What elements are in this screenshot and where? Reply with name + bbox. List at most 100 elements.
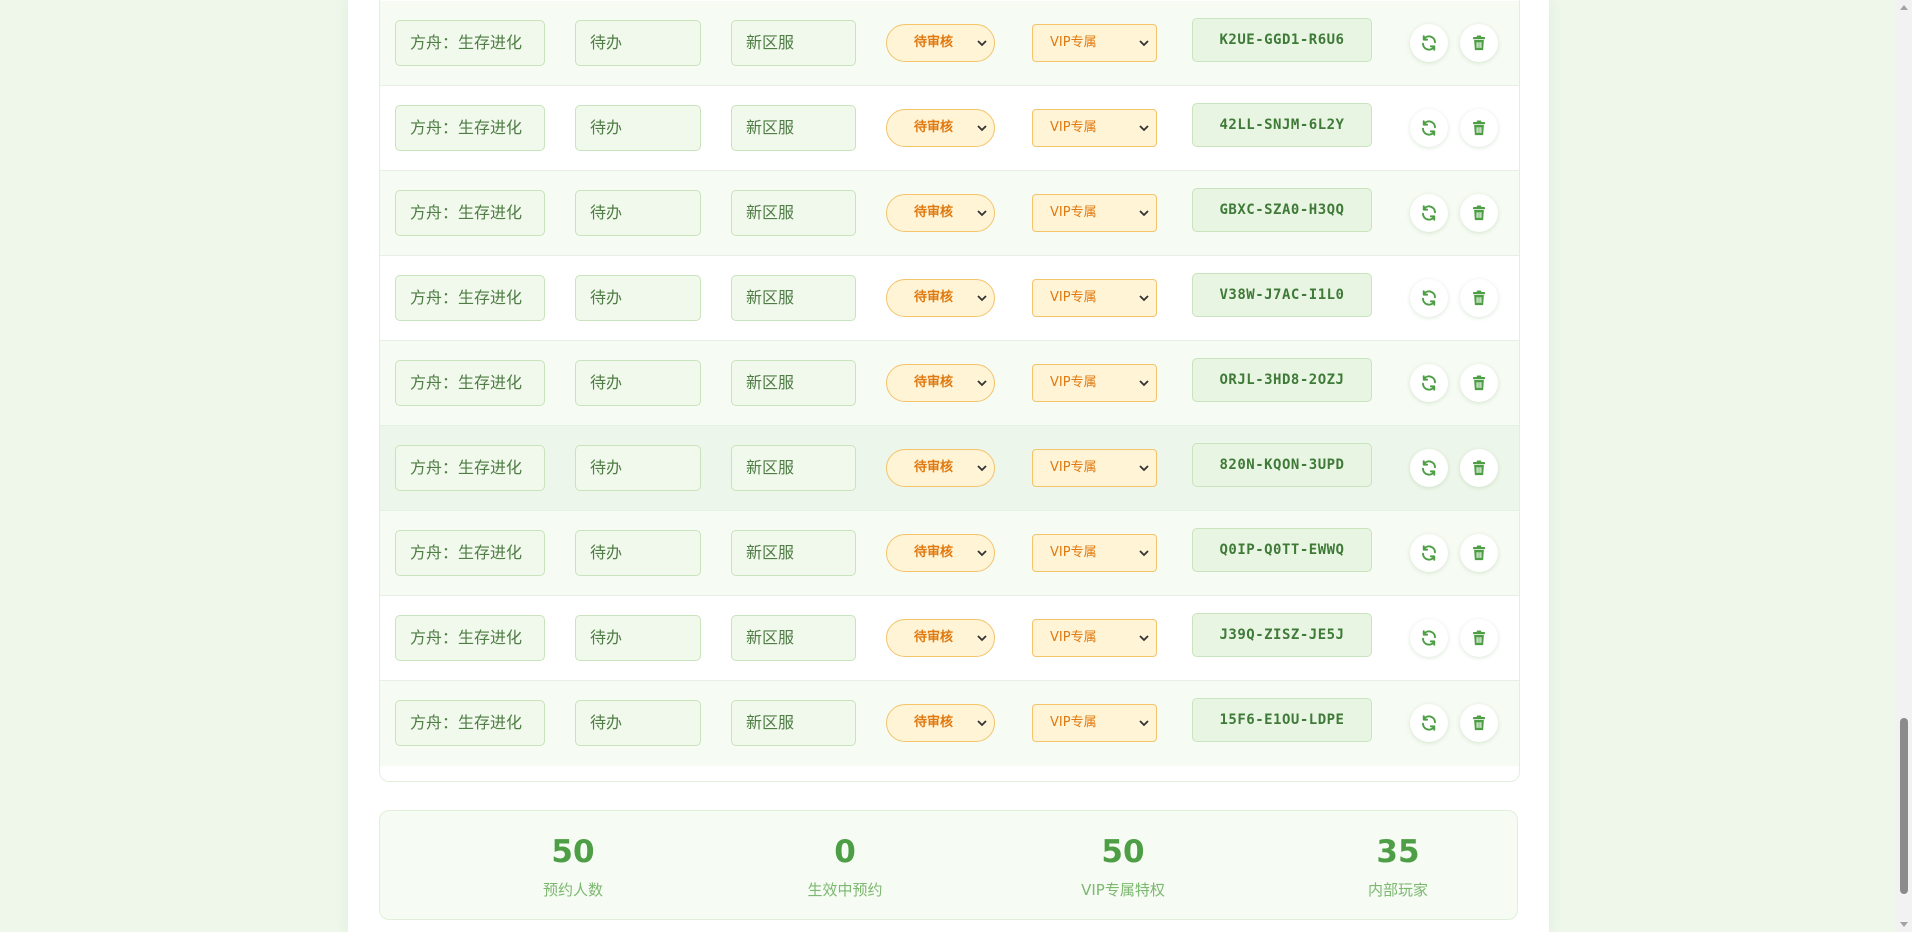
refresh-button[interactable] — [1410, 194, 1448, 232]
reservation-table: 方舟：生存进化 待办 新区服 待审核 VIP专属 K2UE-GGD1-R6U6 方舟：生存进… — [379, 0, 1520, 782]
status-input[interactable]: 待办 — [575, 105, 701, 151]
page: 方舟：生存进化 待办 新区服 待审核 VIP专属 K2UE-GGD1-R6U6 方舟：生存进… — [0, 0, 1912, 932]
refresh-button[interactable] — [1410, 109, 1448, 147]
server-input[interactable]: 新区服 — [731, 20, 856, 66]
chevron-down-icon — [1139, 380, 1149, 387]
chevron-down-icon — [1139, 720, 1149, 727]
review-status-select[interactable]: 待审核 — [886, 109, 995, 147]
scroll-down-arrow-icon[interactable] — [1900, 922, 1908, 927]
delete-button[interactable] — [1460, 194, 1498, 232]
chevron-down-icon — [977, 635, 987, 642]
refresh-button[interactable] — [1410, 449, 1448, 487]
status-input[interactable]: 待办 — [575, 700, 701, 746]
tier-value: VIP专属 — [1050, 205, 1097, 220]
refresh-button[interactable] — [1410, 364, 1448, 402]
delete-button[interactable] — [1460, 449, 1498, 487]
status-input[interactable]: 待办 — [575, 445, 701, 491]
refresh-button[interactable] — [1410, 619, 1448, 657]
tier-value: VIP专属 — [1050, 35, 1097, 50]
game-name-input[interactable]: 方舟：生存进化 — [395, 190, 545, 236]
review-status-select[interactable]: 待审核 — [886, 279, 995, 317]
server-input[interactable]: 新区服 — [731, 700, 856, 746]
tier-select[interactable]: VIP专属 — [1032, 449, 1157, 487]
game-name-input[interactable]: 方舟：生存进化 — [395, 700, 545, 746]
reservation-code[interactable]: 15F6-E1OU-LDPE — [1192, 698, 1372, 742]
delete-button[interactable] — [1460, 364, 1498, 402]
review-status-select[interactable]: 待审核 — [886, 194, 995, 232]
tier-select[interactable]: VIP专属 — [1032, 194, 1157, 232]
tier-value: VIP专属 — [1050, 630, 1097, 645]
game-name-input[interactable]: 方舟：生存进化 — [395, 20, 545, 66]
reservation-code[interactable]: 820N-KQON-3UPD — [1192, 443, 1372, 487]
delete-button[interactable] — [1460, 619, 1498, 657]
chevron-down-icon — [977, 40, 987, 47]
server-input[interactable]: 新区服 — [731, 615, 856, 661]
stat-value: 35 — [1376, 834, 1420, 870]
game-name-input[interactable]: 方舟：生存进化 — [395, 445, 545, 491]
tier-select[interactable]: VIP专属 — [1032, 24, 1157, 62]
delete-button[interactable] — [1460, 109, 1498, 147]
review-status-select[interactable]: 待审核 — [886, 364, 995, 402]
status-input[interactable]: 待办 — [575, 275, 701, 321]
stat-value: 0 — [834, 834, 856, 870]
game-name-input[interactable]: 方舟：生存进化 — [395, 105, 545, 151]
server-input[interactable]: 新区服 — [731, 530, 856, 576]
review-status-value: 待审核 — [914, 375, 954, 390]
delete-button[interactable] — [1460, 279, 1498, 317]
game-name-input[interactable]: 方舟：生存进化 — [395, 615, 545, 661]
reservation-code[interactable]: 42LL-SNJM-6L2Y — [1192, 103, 1372, 147]
status-input[interactable]: 待办 — [575, 530, 701, 576]
server-input[interactable]: 新区服 — [731, 445, 856, 491]
scroll-thumb[interactable] — [1900, 718, 1908, 894]
game-name-input[interactable]: 方舟：生存进化 — [395, 360, 545, 406]
server-input[interactable]: 新区服 — [731, 105, 856, 151]
reservation-code[interactable]: V38W-J7AC-I1L0 — [1192, 273, 1372, 317]
review-status-select[interactable]: 待审核 — [886, 619, 995, 657]
server-input[interactable]: 新区服 — [731, 190, 856, 236]
reservation-code[interactable]: J39Q-ZISZ-JE5J — [1192, 613, 1372, 657]
stat-label: 内部玩家 — [1367, 881, 1428, 899]
reservation-code[interactable]: ORJL-3HD8-2OZJ — [1192, 358, 1372, 402]
reservation-code[interactable]: GBXC-SZA0-H3QQ — [1192, 188, 1372, 232]
delete-button[interactable] — [1460, 704, 1498, 742]
stat-internal: 35 内部玩家 — [1298, 811, 1498, 921]
review-status-select[interactable]: 待审核 — [886, 534, 995, 572]
delete-button[interactable] — [1460, 534, 1498, 572]
refresh-button[interactable] — [1410, 24, 1448, 62]
review-status-select[interactable]: 待审核 — [886, 449, 995, 487]
game-name-input[interactable]: 方舟：生存进化 — [395, 275, 545, 321]
reservation-code[interactable]: K2UE-GGD1-R6U6 — [1192, 18, 1372, 62]
refresh-button[interactable] — [1410, 704, 1448, 742]
content-card: 方舟：生存进化 待办 新区服 待审核 VIP专属 K2UE-GGD1-R6U6 方舟：生存进… — [348, 0, 1549, 932]
status-input[interactable]: 待办 — [575, 360, 701, 406]
stats-panel: 50 预约人数 0 生效中预约 50 VIP专属特权 35 内部玩家 — [379, 810, 1518, 920]
reservation-code[interactable]: Q0IP-Q0TT-EWWQ — [1192, 528, 1372, 572]
tier-value: VIP专属 — [1050, 460, 1097, 475]
refresh-button[interactable] — [1410, 279, 1448, 317]
tier-value: VIP专属 — [1050, 715, 1097, 730]
review-status-select[interactable]: 待审核 — [886, 24, 995, 62]
delete-button[interactable] — [1460, 24, 1498, 62]
chevron-down-icon — [977, 380, 987, 387]
scroll-up-arrow-icon[interactable] — [1900, 5, 1908, 10]
tier-value: VIP专属 — [1050, 375, 1097, 390]
chevron-down-icon — [977, 210, 987, 217]
tier-value: VIP专属 — [1050, 290, 1097, 305]
scrollbar[interactable] — [1896, 0, 1912, 932]
server-input[interactable]: 新区服 — [731, 275, 856, 321]
tier-select[interactable]: VIP专属 — [1032, 704, 1157, 742]
tier-select[interactable]: VIP专属 — [1032, 364, 1157, 402]
tier-select[interactable]: VIP专属 — [1032, 619, 1157, 657]
table-row: 方舟：生存进化 待办 新区服 待审核 VIP专属 GBXC-SZA0-H3QQ — [380, 171, 1519, 256]
tier-select[interactable]: VIP专属 — [1032, 279, 1157, 317]
game-name-input[interactable]: 方舟：生存进化 — [395, 530, 545, 576]
status-input[interactable]: 待办 — [575, 20, 701, 66]
refresh-button[interactable] — [1410, 534, 1448, 572]
table-row: 方舟：生存进化 待办 新区服 待审核 VIP专属 Q0IP-Q0TT-EWWQ — [380, 511, 1519, 596]
review-status-select[interactable]: 待审核 — [886, 704, 995, 742]
server-input[interactable]: 新区服 — [731, 360, 856, 406]
status-input[interactable]: 待办 — [575, 615, 701, 661]
tier-select[interactable]: VIP专属 — [1032, 534, 1157, 572]
tier-select[interactable]: VIP专属 — [1032, 109, 1157, 147]
status-input[interactable]: 待办 — [575, 190, 701, 236]
